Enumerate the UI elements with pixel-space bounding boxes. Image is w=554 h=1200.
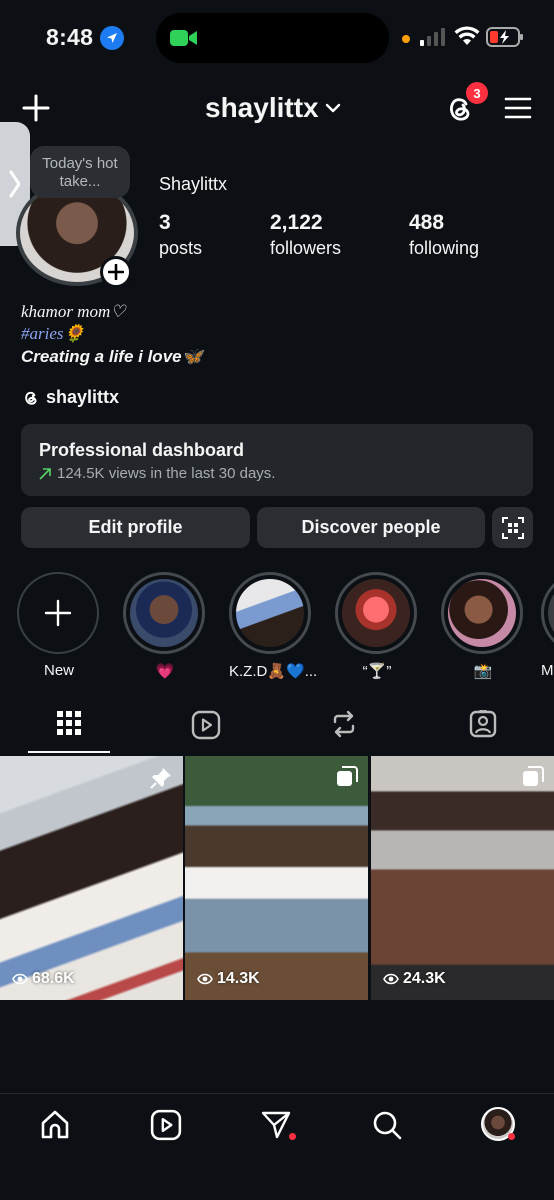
- post-views: 14.3K: [197, 970, 260, 988]
- chevron-down-icon: [325, 103, 341, 113]
- highlight-circle: [335, 572, 417, 654]
- plus-icon: [108, 264, 124, 280]
- dashboard-title: Professional dashboard: [39, 440, 245, 460]
- highlight-label: New: [43, 662, 74, 679]
- posts-count[interactable]: 3 posts: [159, 210, 202, 260]
- note-bubble[interactable]: Today's hot take...: [30, 146, 130, 198]
- page-title: shaylittx: [205, 92, 319, 123]
- professional-dashboard[interactable]: Professional dashboard 124.5K views in t…: [21, 424, 533, 496]
- notification-badge: 3: [466, 82, 488, 104]
- qr-code-icon: [501, 516, 524, 539]
- reels-icon: [191, 710, 221, 740]
- location-icon: [100, 26, 124, 50]
- highlight-circle: [229, 572, 311, 654]
- signal-icon: [420, 28, 446, 46]
- discover-people-button[interactable]: Discover people: [257, 507, 485, 548]
- post-thumbnail[interactable]: 68.6K: [0, 756, 183, 1000]
- highlight-item[interactable]: K.Z.D🧸💙...: [229, 572, 318, 680]
- status-time: 8:48: [46, 24, 94, 50]
- carousel-icon: [522, 766, 544, 788]
- trend-up-icon: [39, 467, 51, 480]
- send-icon: [261, 1111, 291, 1139]
- menu-button[interactable]: [504, 96, 532, 120]
- stat-label: following: [409, 238, 480, 258]
- privacy-indicator: [402, 35, 410, 43]
- qr-code-button[interactable]: [492, 507, 533, 548]
- views-icon: [197, 973, 213, 985]
- account-switcher[interactable]: shaylittx: [205, 92, 341, 124]
- new-highlight-circle: [17, 572, 99, 654]
- stat-value: 3: [159, 211, 171, 234]
- nav-home[interactable]: [39, 1109, 71, 1141]
- post-views: 68.6K: [12, 970, 75, 988]
- add-story-button[interactable]: [100, 256, 132, 288]
- highlight-label: M: [541, 662, 554, 679]
- tagged-person-icon: [469, 710, 497, 738]
- highlight-circle: [541, 572, 554, 654]
- hamburger-icon: [504, 97, 532, 119]
- views-icon: [12, 973, 28, 985]
- create-button[interactable]: [22, 94, 50, 122]
- tab-tagged[interactable]: [442, 710, 524, 750]
- plus-icon: [44, 599, 72, 627]
- post-thumbnail[interactable]: 24.3K: [371, 756, 554, 1000]
- bio-line: khamor mom♡: [21, 302, 126, 321]
- views-count: 14.3K: [217, 970, 260, 987]
- dashboard-subtitle: 124.5K views in the last 30 days.: [57, 465, 276, 482]
- tab-reposts[interactable]: [303, 710, 385, 750]
- threads-handle: shaylittx: [46, 387, 120, 407]
- stat-value: 2,122: [270, 211, 323, 234]
- post-thumbnail[interactable]: 14.3K: [185, 756, 368, 1000]
- highlight-item[interactable]: 💗: [123, 572, 207, 680]
- stat-label: followers: [270, 238, 342, 258]
- stat-label: posts: [159, 238, 203, 258]
- bio-line: Creating a life i love🦋: [21, 347, 203, 366]
- highlight-item[interactable]: “🍸”: [335, 572, 419, 680]
- bio-hashtag[interactable]: #aries🌻: [21, 324, 85, 344]
- edit-profile-button[interactable]: Edit profile: [21, 507, 250, 548]
- active-tab-indicator: [28, 751, 110, 753]
- followers-count[interactable]: 2,122 followers: [270, 210, 341, 260]
- pin-icon: [149, 766, 173, 790]
- battery-icon: [486, 27, 524, 47]
- threads-icon: [25, 391, 37, 405]
- post-views: 24.3K: [383, 970, 446, 988]
- highlight-label: 📸: [473, 663, 493, 680]
- repost-icon: [333, 710, 355, 738]
- highlight-label: K.Z.D🧸💙...: [229, 663, 318, 680]
- following-count[interactable]: 488 following: [409, 210, 479, 260]
- highlight-circle: [441, 572, 523, 654]
- video-camera-icon: [170, 28, 198, 48]
- views-count: 68.6K: [32, 970, 75, 987]
- wifi-icon: [454, 26, 480, 46]
- tab-reels[interactable]: [165, 710, 247, 750]
- threads-profile-link[interactable]: shaylittx: [22, 387, 119, 408]
- highlight-item[interactable]: 📸: [441, 572, 525, 680]
- highlight-new[interactable]: New: [17, 572, 101, 679]
- highlight-label: 💗: [155, 663, 175, 680]
- nav-messages[interactable]: [260, 1109, 292, 1141]
- reels-icon: [150, 1109, 182, 1141]
- nav-reels[interactable]: [150, 1109, 182, 1141]
- views-icon: [383, 973, 399, 985]
- chevron-right-icon: [9, 170, 21, 198]
- home-icon: [41, 1110, 69, 1139]
- nav-search[interactable]: [371, 1109, 403, 1141]
- tab-posts-grid[interactable]: [28, 710, 110, 750]
- messages-dot: [289, 1133, 296, 1140]
- stat-value: 488: [409, 211, 445, 234]
- views-count: 24.3K: [403, 970, 446, 987]
- highlight-label: “🍸”: [362, 663, 392, 680]
- grid-icon: [57, 711, 81, 735]
- highlight-circle: [123, 572, 205, 654]
- search-icon: [373, 1111, 402, 1140]
- dashboard-subtitle-row: 124.5K views in the last 30 days.: [39, 465, 515, 482]
- carousel-icon: [336, 766, 358, 788]
- profile-dot: [508, 1133, 515, 1140]
- highlight-item[interactable]: M: [541, 572, 554, 679]
- display-name: Shaylittx: [159, 174, 228, 194]
